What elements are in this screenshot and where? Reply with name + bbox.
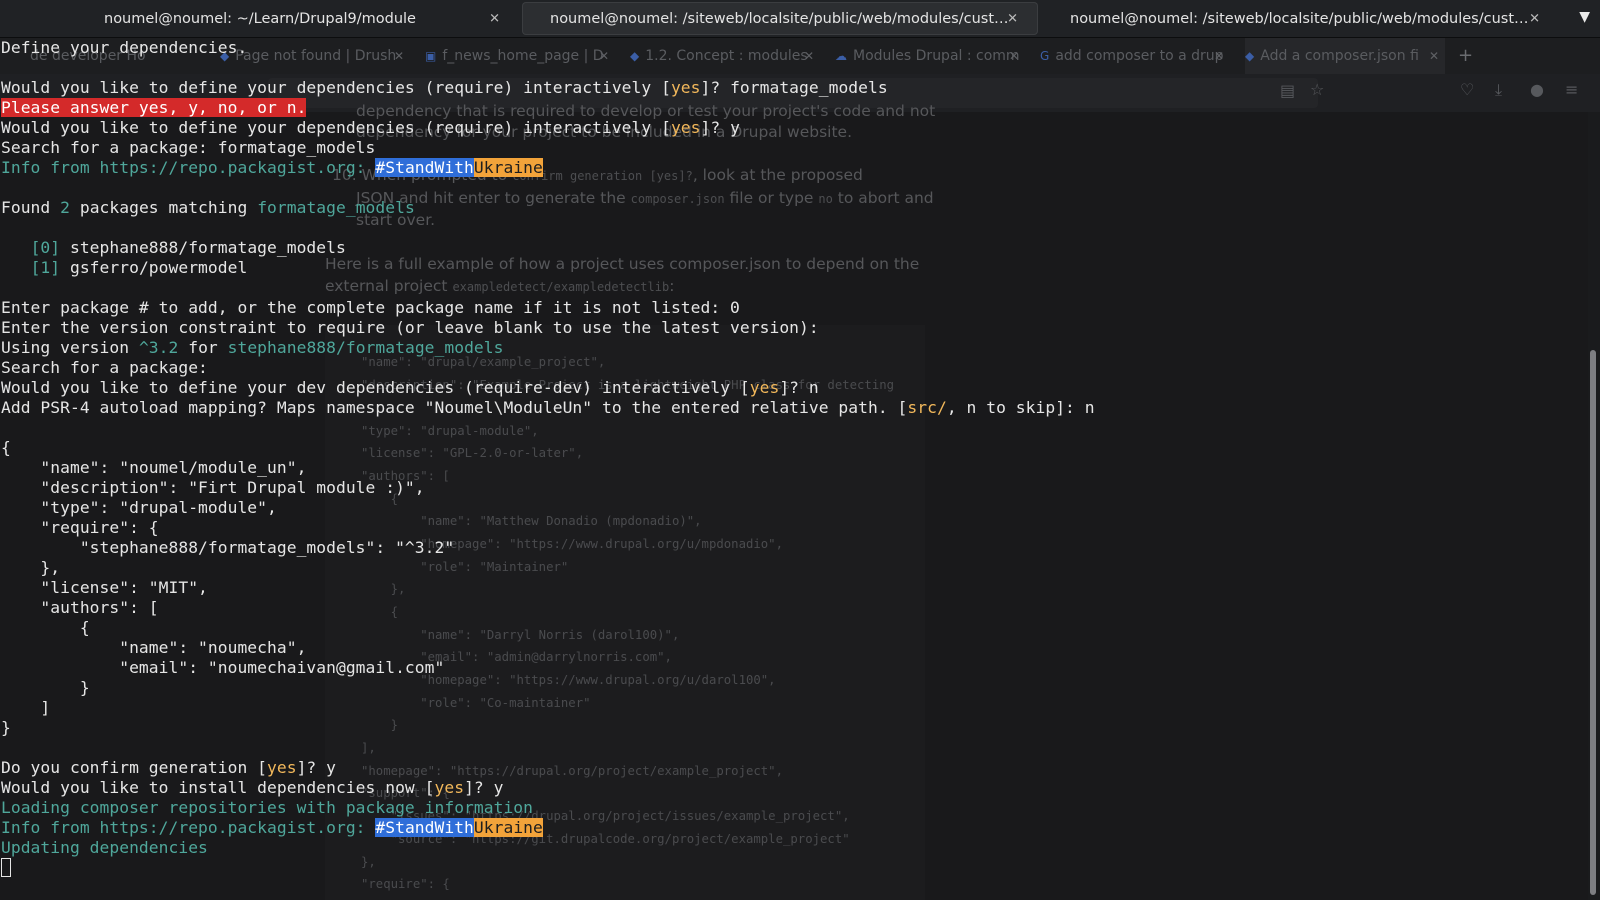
- terminal-line: Search for a package: formatage_models: [1, 138, 376, 157]
- terminal-line: Do you confirm generation [yes]? y: [1, 758, 1599, 778]
- json-line: "authors": [: [1, 598, 159, 617]
- terminal-line: Using version ^3.2 for stephane888/forma…: [1, 338, 1599, 358]
- terminal-tab-active[interactable]: noumel@noumel: /siteweb/localsite/public…: [522, 2, 1038, 35]
- json-line: "license": "MIT",: [1, 578, 208, 597]
- terminal-text: ]? y: [464, 778, 504, 797]
- terminal-line: Would you like to define your dependenci…: [1, 78, 1599, 98]
- terminal-line: Enter package # to add, or the complete …: [1, 298, 740, 317]
- terminal-text: Would you like to define your dependenci…: [1, 78, 671, 97]
- terminal-text: Would you like to define your dependenci…: [1, 118, 671, 137]
- json-line: {: [1, 438, 11, 457]
- terminal-text: Using version: [1, 338, 139, 357]
- search-query: formatage_models: [257, 198, 415, 217]
- json-line: "stephane888/formatage_models": "^3.2": [1, 538, 455, 557]
- json-line: "description": "Firt Drupal module :)",: [1, 478, 425, 497]
- json-line: "email": "noumechaivan@gmail.com": [1, 658, 445, 677]
- match-count: 2: [60, 198, 70, 217]
- package-option: [0] stephane888/formatage_models: [1, 238, 1599, 258]
- default-answer: yes: [670, 78, 701, 97]
- terminal-tab[interactable]: noumel@noumel: ~/Learn/Drupal9/module ✕: [0, 0, 520, 37]
- json-line: ]: [1, 698, 51, 717]
- terminal-line: Would you like to define your dependenci…: [1, 118, 1599, 138]
- terminal-line: Would you like to define your dev depend…: [1, 378, 1599, 398]
- json-line: }: [1, 718, 11, 737]
- default-answer: yes: [749, 378, 780, 397]
- terminal-tab[interactable]: noumel@noumel: /siteweb/localsite/public…: [1040, 0, 1560, 37]
- package-name: stephane888/formatage_models: [60, 238, 346, 257]
- terminal-text: Found: [1, 198, 61, 217]
- terminal-text: , n to skip]: n: [946, 398, 1095, 417]
- package-name: stephane888/formatage_models: [227, 338, 504, 357]
- terminal-line: Add PSR-4 autoload mapping? Maps namespa…: [1, 398, 1599, 418]
- info-text: Info from https://repo.packagist.org:: [1, 158, 376, 177]
- json-line: "name": "noumel/module_un",: [1, 458, 307, 477]
- default-answer: src/: [907, 398, 947, 417]
- close-icon[interactable]: ✕: [1007, 11, 1018, 26]
- json-line: }: [1, 678, 90, 697]
- default-answer: yes: [267, 758, 297, 777]
- terminal-tab-title: noumel@noumel: /siteweb/localsite/public…: [1070, 10, 1530, 27]
- package-option: [1] gsferro/powermodel: [1, 258, 1599, 278]
- terminal-line: Found 2 packages matching formatage_mode…: [1, 198, 1599, 218]
- terminal-tab-title: noumel@noumel: /siteweb/localsite/public…: [550, 10, 1010, 27]
- terminal-line: Would you like to install dependencies n…: [1, 778, 1599, 798]
- terminal-text: for: [178, 338, 228, 357]
- default-answer: yes: [434, 778, 465, 797]
- terminal-line: Enter the version constraint to require …: [1, 318, 819, 337]
- terminal-text: ]? y: [296, 758, 336, 777]
- json-line: "name": "noumecha",: [1, 638, 307, 657]
- terminal-text: Would you like to install dependencies n…: [1, 778, 435, 797]
- terminal-text: ]? n: [779, 378, 819, 397]
- stand-with-badge: #StandWith: [375, 158, 474, 177]
- terminal-line: Loading composer repositories with packa…: [1, 798, 534, 817]
- error-message: Please answer yes, y, no, or n.: [1, 98, 307, 117]
- ukraine-badge: Ukraine: [473, 818, 543, 837]
- terminal-tab-bar: noumel@noumel: ~/Learn/Drupal9/module ✕ …: [0, 0, 1600, 38]
- terminal-line: Search for a package:: [1, 358, 208, 377]
- stand-with-badge: #StandWith: [375, 818, 474, 837]
- terminal-line: Please answer yes, y, no, or n.: [1, 98, 1599, 118]
- terminal-text: Do you confirm generation [: [1, 758, 268, 777]
- terminal-line: Info from https://repo.packagist.org: #S…: [1, 818, 1599, 838]
- terminal-output[interactable]: Define your dependencies. Would you like…: [1, 38, 1599, 900]
- terminal-tab-title: noumel@noumel: ~/Learn/Drupal9/module: [104, 10, 416, 27]
- close-icon[interactable]: ✕: [489, 11, 500, 26]
- version-constraint: ^3.2: [138, 338, 179, 357]
- chevron-down-icon[interactable]: ▼: [1579, 9, 1590, 25]
- json-line: "type": "drupal-module",: [1, 498, 277, 517]
- close-icon[interactable]: ✕: [1529, 11, 1540, 26]
- info-text: Info from https://repo.packagist.org:: [1, 818, 376, 837]
- terminal-text: Would you like to define your dev depend…: [1, 378, 750, 397]
- terminal-line: Info from https://repo.packagist.org: #S…: [1, 158, 1599, 178]
- json-line: },: [1, 558, 61, 577]
- terminal-text: Add PSR-4 autoload mapping? Maps namespa…: [1, 398, 908, 417]
- package-name: gsferro/powermodel: [60, 258, 248, 277]
- json-line: {: [1, 618, 90, 637]
- option-index: [0]: [30, 238, 61, 257]
- terminal-line: Define your dependencies.: [1, 38, 248, 57]
- terminal-line: Updating dependencies: [1, 838, 208, 857]
- terminal-text: ]? formatage_models: [700, 78, 888, 97]
- text-cursor: [1, 858, 11, 877]
- option-index: [1]: [30, 258, 61, 277]
- terminal-text: packages matching: [69, 198, 258, 217]
- ukraine-badge: Ukraine: [473, 158, 543, 177]
- default-answer: yes: [670, 118, 701, 137]
- terminal-text: ]? y: [700, 118, 740, 137]
- terminal-prompt-line[interactable]: [1, 858, 1599, 878]
- json-line: "require": {: [1, 518, 159, 537]
